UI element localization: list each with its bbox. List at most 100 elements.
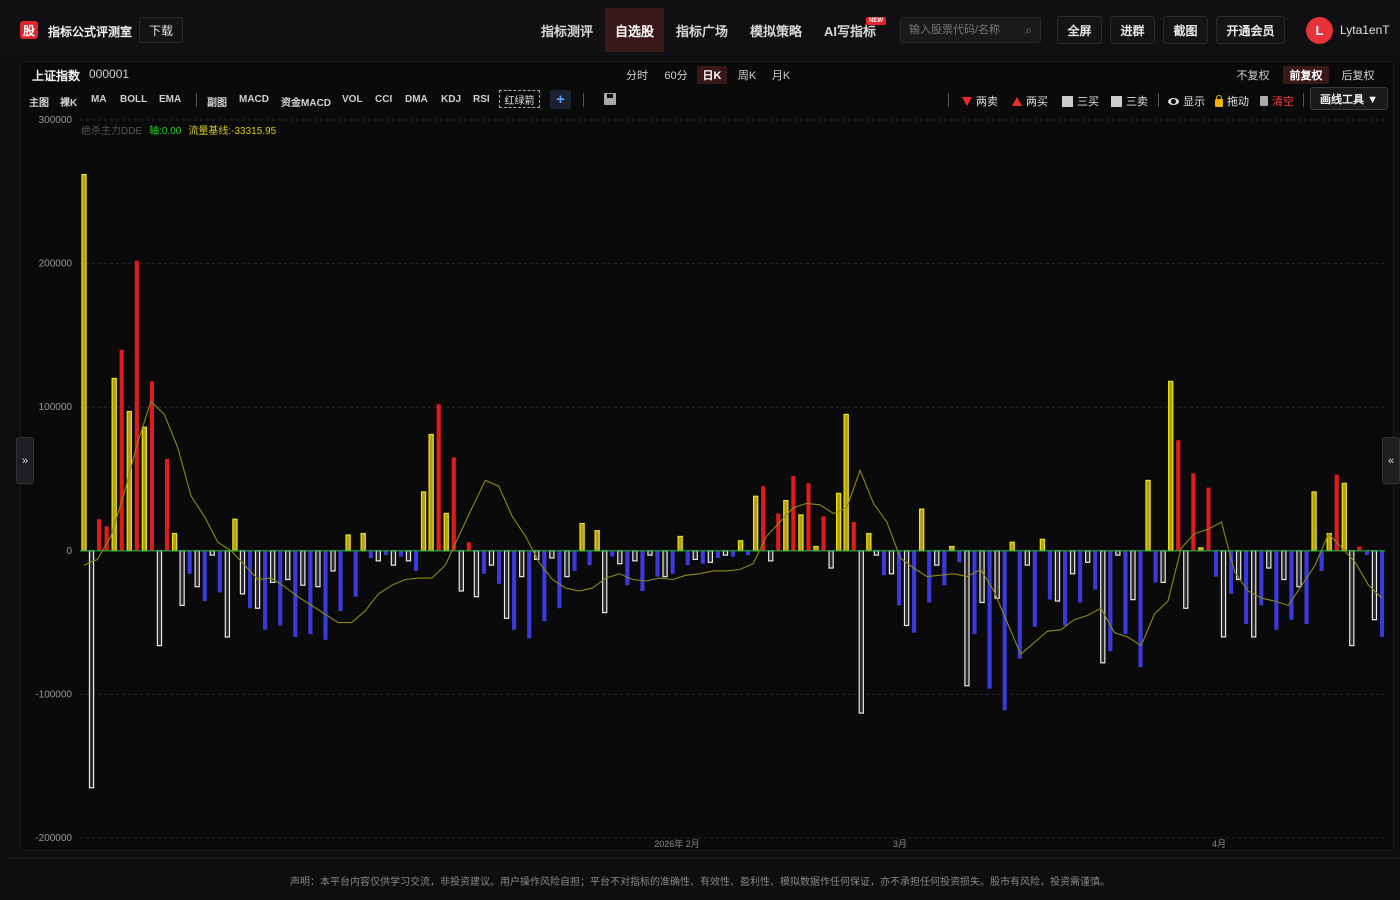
dde-bar <box>881 550 887 576</box>
dde-bar <box>821 516 826 551</box>
dde-bar <box>263 550 268 630</box>
dde-bar <box>496 550 502 584</box>
x-axis-label: 4月 <box>1212 839 1226 849</box>
dde-bar <box>179 550 185 606</box>
dde-bar <box>700 550 705 564</box>
dde-bar <box>896 550 902 606</box>
dde-bar <box>647 550 653 556</box>
dde-bar <box>1047 550 1053 600</box>
dde-bar <box>655 550 660 577</box>
dde-bar <box>1311 491 1317 552</box>
dde-bar <box>156 550 163 647</box>
dde-bar <box>557 550 562 609</box>
dde-bar <box>1108 550 1113 652</box>
dde-bar <box>1009 541 1015 552</box>
dde-bar <box>1138 550 1143 668</box>
dde-bar <box>420 491 427 552</box>
dde-bar <box>171 532 178 552</box>
dde-bar <box>1266 550 1272 569</box>
dde-bar <box>1191 473 1196 551</box>
dde-bar <box>828 550 834 569</box>
dde-bar <box>640 550 645 592</box>
dde-bar <box>353 550 358 597</box>
dde-bar <box>685 550 690 566</box>
dde-bar <box>88 550 95 789</box>
dde-bar <box>308 550 313 635</box>
dde-bar <box>1274 550 1279 630</box>
dde-bar <box>1281 550 1287 581</box>
dde-bar <box>752 495 759 552</box>
dde-bar <box>232 518 238 552</box>
dde-bar <box>413 550 419 571</box>
dde-bar <box>466 542 471 551</box>
dde-bar <box>360 532 366 552</box>
dde-bar <box>912 550 917 633</box>
x-axis-label: 2026年 2月 <box>654 838 700 849</box>
dde-bar <box>957 550 962 563</box>
dde-bar <box>1153 550 1158 583</box>
dde-bar <box>918 508 925 552</box>
dde-bar <box>1289 550 1294 620</box>
dde-bar <box>1296 550 1302 588</box>
dde-bar <box>730 550 736 557</box>
dde-bar <box>572 550 577 571</box>
dde-bar <box>1364 550 1369 556</box>
dde-bar <box>224 550 231 638</box>
dde-bar <box>722 550 729 556</box>
dde-bar <box>1085 550 1091 563</box>
dde-bar <box>873 550 880 556</box>
dde-bar <box>104 526 109 551</box>
dde-bar <box>835 492 842 552</box>
dde-bar <box>791 476 796 551</box>
dde-bar <box>1334 474 1339 551</box>
dde-bar <box>1206 487 1211 551</box>
dde-bar <box>458 550 465 592</box>
dde-bar <box>949 545 955 552</box>
dde-bar <box>405 550 412 562</box>
dde-bar <box>1176 440 1181 551</box>
dde-chart[interactable]: 300000 200000 100000 0 -100000 -200000 2026年 2… <box>0 0 1400 900</box>
dde-bar <box>564 550 570 578</box>
dde-bar <box>746 550 751 556</box>
y-tick-label: 300000 <box>39 115 73 126</box>
dde-bar <box>662 550 668 578</box>
expand-right-tab[interactable]: « <box>1382 437 1400 484</box>
dde-bar <box>1093 550 1098 590</box>
dde-bar <box>579 522 585 552</box>
dde-bar <box>783 499 789 552</box>
dde-bar <box>1371 550 1378 621</box>
dde-bar <box>1349 550 1355 647</box>
dde-bar <box>1115 550 1121 556</box>
dde-bar <box>1160 550 1166 583</box>
dde-bar <box>285 550 291 581</box>
y-tick-label: -200000 <box>35 833 72 844</box>
dde-bar <box>1002 550 1007 711</box>
dde-bar <box>1054 550 1061 602</box>
dde-bar <box>1145 479 1151 552</box>
dde-bar <box>300 550 306 586</box>
dde-bar <box>806 483 811 551</box>
dde-bar <box>519 550 525 578</box>
dde-bar <box>209 550 215 556</box>
dde-bar <box>1168 380 1174 552</box>
expand-left-tab[interactable]: » <box>16 437 34 484</box>
dde-bar <box>428 433 434 552</box>
dde-bar <box>670 550 675 574</box>
dde-bar <box>776 513 781 551</box>
dde-bar <box>1123 550 1128 635</box>
dde-bar <box>610 550 615 557</box>
dde-bar <box>1078 550 1083 603</box>
dde-bar <box>542 550 547 622</box>
dde-bar <box>934 550 940 566</box>
dde-bar <box>858 550 864 714</box>
disclaimer: 声明：本平台内容仅供学习交流，非投资建议。用户操作风险自担；平台不对指标的准确性… <box>290 877 1110 888</box>
dde-bar <box>1213 550 1219 577</box>
dde-bar <box>398 550 404 557</box>
dde-bar <box>851 522 856 551</box>
y-tick-label: 0 <box>66 546 72 557</box>
dde-bar <box>866 532 872 552</box>
y-tick-label: 200000 <box>39 259 73 270</box>
dde-bar <box>278 550 283 626</box>
dde-bar <box>247 550 253 609</box>
dde-bar <box>443 512 449 552</box>
